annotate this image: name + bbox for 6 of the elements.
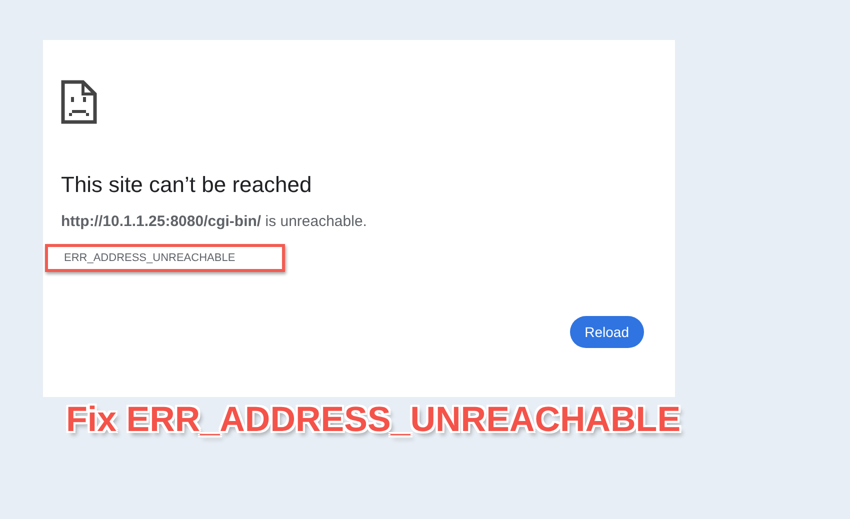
error-heading: This site can’t be reached	[61, 172, 313, 198]
sad-document-icon	[61, 80, 97, 124]
caption-title: Fix ERR_ADDRESS_UNREACHABLE	[66, 400, 681, 440]
error-code: ERR_ADDRESS_UNREACHABLE	[45, 244, 285, 272]
error-message: http://10.1.1.25:8080/cgi-bin/ is unreachable.	[61, 213, 368, 230]
reload-button[interactable]: Reload	[570, 316, 644, 348]
